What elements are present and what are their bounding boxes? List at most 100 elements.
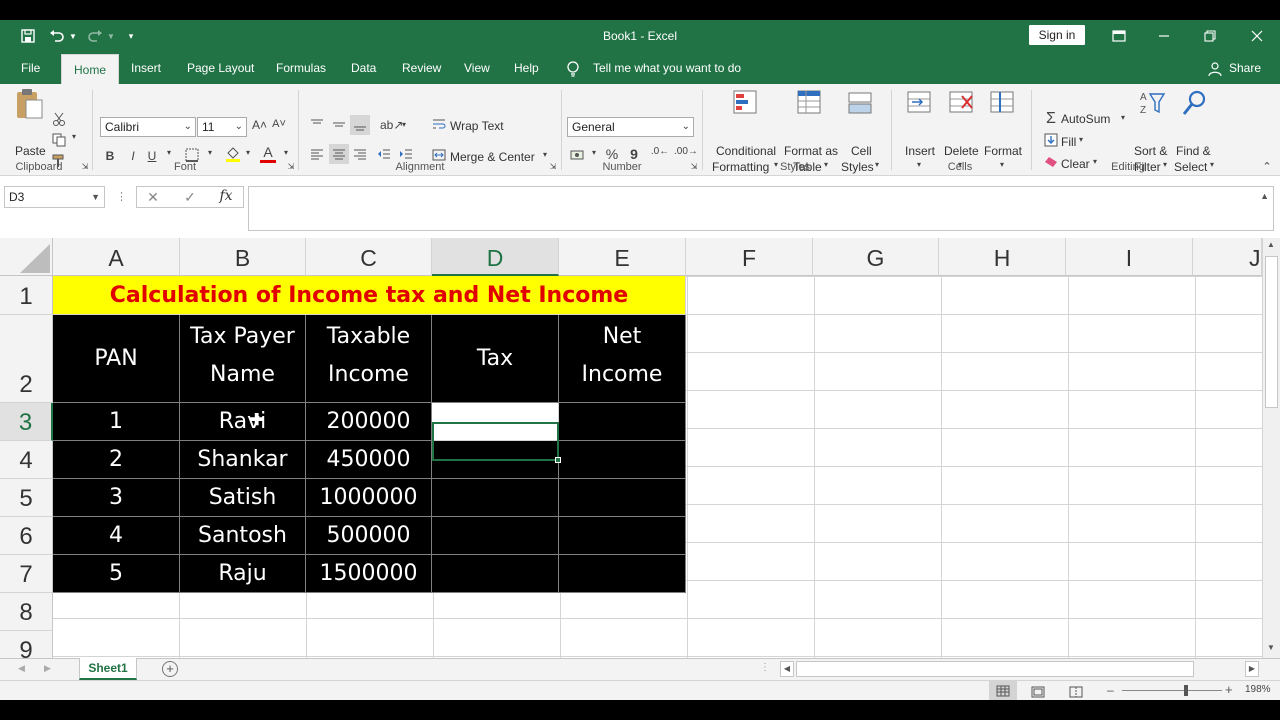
- borders-dropdown-icon[interactable]: ▾: [206, 148, 214, 157]
- horizontal-scroll-thumb[interactable]: [796, 661, 1194, 677]
- copy-icon[interactable]: [52, 133, 66, 150]
- zoom-slider-thumb[interactable]: [1184, 685, 1188, 696]
- center-align-icon[interactable]: [329, 144, 349, 164]
- number-launcher-icon[interactable]: ⇲: [689, 162, 699, 171]
- tax-cell[interactable]: [432, 479, 559, 517]
- fill-button[interactable]: Fill: [1061, 135, 1076, 149]
- cell-styles-dropdown-icon[interactable]: ▾: [873, 160, 881, 169]
- row-header-4[interactable]: 4: [0, 441, 53, 479]
- customize-qat-icon[interactable]: ▾: [124, 20, 138, 52]
- close-icon[interactable]: [1246, 20, 1268, 52]
- scroll-right-icon[interactable]: ▶: [1245, 661, 1259, 677]
- accounting-dropdown-icon[interactable]: ▾: [590, 148, 598, 157]
- alignment-launcher-icon[interactable]: ⇲: [548, 162, 558, 171]
- conditional-formatting-label-2[interactable]: Formatting: [712, 160, 769, 174]
- conditional-formatting-icon[interactable]: [731, 88, 761, 118]
- cell-styles-label-2[interactable]: Styles: [841, 160, 874, 174]
- cut-icon[interactable]: [52, 112, 66, 129]
- autosum-dropdown-icon[interactable]: ▾: [1119, 113, 1127, 122]
- insert-function-button[interactable]: fx: [217, 188, 235, 204]
- increase-decimal-icon[interactable]: .0←: [650, 146, 670, 157]
- taxable-income-cell[interactable]: 1500000: [306, 555, 432, 593]
- paste-icon[interactable]: [14, 88, 44, 119]
- row-header-5[interactable]: 5: [0, 479, 53, 517]
- find-select-icon[interactable]: [1180, 88, 1210, 118]
- merge-center-button[interactable]: Merge & Center: [450, 150, 535, 164]
- row-header-2[interactable]: 2: [0, 315, 53, 403]
- add-sheet-icon[interactable]: +: [162, 661, 178, 677]
- find-select-label-2[interactable]: Select: [1174, 160, 1207, 174]
- taxable-income-cell[interactable]: 500000: [306, 517, 432, 555]
- row-header-9[interactable]: 9: [0, 631, 53, 658]
- pan-cell[interactable]: 1: [53, 403, 180, 441]
- column-header-h[interactable]: H: [939, 238, 1066, 276]
- header-cell-tax[interactable]: Tax: [432, 315, 559, 403]
- scroll-up-icon[interactable]: ▲: [1267, 240, 1275, 249]
- find-dropdown-icon[interactable]: ▾: [1208, 160, 1216, 169]
- bold-button[interactable]: B: [104, 149, 116, 163]
- expand-formula-icon[interactable]: ▲: [1260, 191, 1269, 201]
- format-dropdown-icon[interactable]: ▾: [998, 160, 1006, 169]
- prev-sheet-icon[interactable]: ◀: [18, 663, 25, 674]
- font-color-icon[interactable]: A: [260, 144, 276, 163]
- find-select-label-1[interactable]: Find &: [1176, 144, 1211, 158]
- underline-dropdown-icon[interactable]: ▾: [165, 148, 173, 157]
- paste-button[interactable]: Paste: [15, 144, 46, 158]
- wrap-text-icon[interactable]: [431, 118, 447, 133]
- orientation-dropdown-icon[interactable]: ▾: [400, 120, 408, 129]
- column-header-f[interactable]: F: [686, 238, 813, 276]
- name-cell[interactable]: Raju: [180, 555, 306, 593]
- sort-dropdown-icon[interactable]: ▾: [1161, 160, 1169, 169]
- fill-color-icon[interactable]: [224, 146, 242, 165]
- column-header-j[interactable]: J: [1193, 238, 1262, 276]
- conditional-formatting-label-1[interactable]: Conditional: [716, 144, 776, 158]
- tab-review[interactable]: Review: [402, 52, 441, 84]
- net-income-cell[interactable]: [559, 555, 686, 593]
- minimize-icon[interactable]: [1153, 20, 1175, 52]
- next-sheet-icon[interactable]: ▶: [44, 663, 51, 674]
- zoom-level[interactable]: 198%: [1245, 684, 1271, 695]
- share-button[interactable]: Share: [1229, 52, 1261, 84]
- percent-style-button[interactable]: %: [604, 146, 620, 162]
- align-right-icon[interactable]: [352, 148, 368, 163]
- tab-insert[interactable]: Insert: [131, 52, 161, 84]
- cancel-entry-icon[interactable]: ✕: [146, 189, 160, 206]
- underline-button[interactable]: U: [146, 149, 158, 163]
- eraser-icon[interactable]: [1043, 156, 1059, 171]
- align-left-icon[interactable]: [309, 148, 325, 163]
- column-header-b[interactable]: B: [180, 238, 306, 276]
- tab-formulas[interactable]: Formulas: [276, 52, 326, 84]
- restore-icon[interactable]: [1199, 20, 1221, 52]
- number-format-combo[interactable]: General ⌄: [567, 117, 694, 137]
- format-cells-icon[interactable]: [988, 88, 1018, 118]
- net-income-cell[interactable]: [559, 517, 686, 555]
- tab-file[interactable]: File: [21, 52, 40, 84]
- tab-page-layout[interactable]: Page Layout: [187, 52, 254, 84]
- format-table-dropdown-icon[interactable]: ▾: [822, 160, 830, 169]
- column-header-d[interactable]: D: [432, 238, 559, 276]
- ribbon-display-options-icon[interactable]: [1108, 20, 1130, 52]
- select-all-button[interactable]: [0, 238, 53, 276]
- taxable-income-cell[interactable]: 450000: [306, 441, 432, 479]
- comma-style-button[interactable]: 9: [627, 146, 641, 162]
- format-cells-button[interactable]: Format: [984, 144, 1022, 158]
- column-header-a[interactable]: A: [53, 238, 180, 276]
- italic-button[interactable]: I: [127, 149, 139, 163]
- copy-dropdown-icon[interactable]: ▾: [70, 132, 78, 141]
- tax-cell[interactable]: [432, 517, 559, 555]
- autosum-icon[interactable]: Σ: [1043, 110, 1059, 128]
- zoom-in-icon[interactable]: +: [1225, 682, 1233, 697]
- net-income-cell[interactable]: [559, 479, 686, 517]
- net-income-cell[interactable]: [559, 441, 686, 479]
- header-cell-name[interactable]: Tax Payer Name: [180, 315, 306, 403]
- row-header-6[interactable]: 6: [0, 517, 53, 555]
- insert-cells-button[interactable]: Insert: [905, 144, 935, 158]
- undo-dropdown-icon[interactable]: ▼: [68, 20, 78, 52]
- format-as-table-label-1[interactable]: Format as: [784, 144, 838, 158]
- fill-dropdown-icon[interactable]: ▾: [1077, 135, 1085, 144]
- accounting-format-icon[interactable]: [570, 148, 586, 165]
- formula-bar-grip-icon[interactable]: ⋮: [116, 190, 127, 203]
- name-cell[interactable]: Ravi: [180, 403, 306, 441]
- fill-handle[interactable]: [555, 457, 561, 463]
- pan-cell[interactable]: 2: [53, 441, 180, 479]
